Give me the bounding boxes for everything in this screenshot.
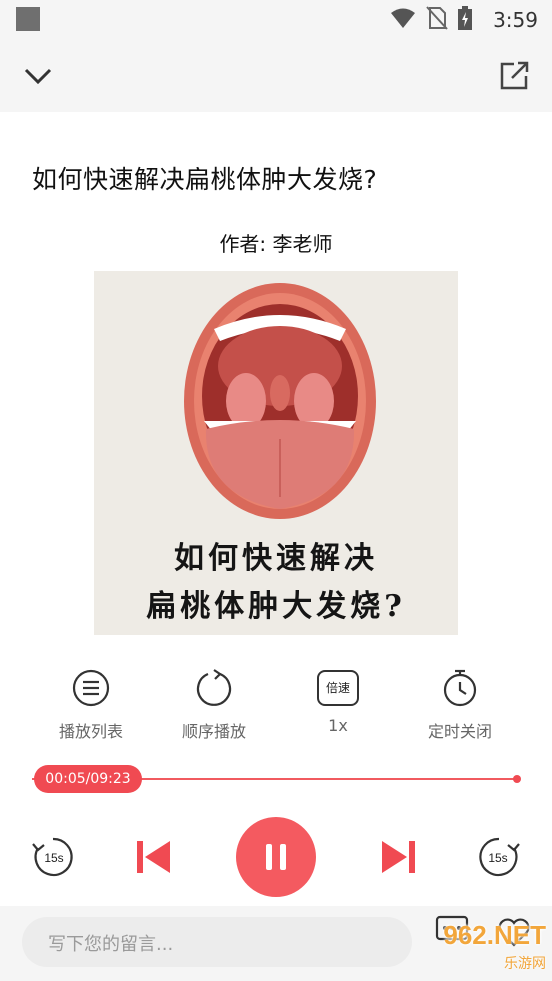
- battery-charging-icon: [458, 6, 472, 30]
- playlist-button[interactable]: 播放列表: [36, 668, 146, 742]
- pause-icon: [266, 844, 286, 870]
- play-order-label: 顺序播放: [181, 722, 246, 741]
- skip-next-icon: [382, 841, 415, 873]
- speed-label: 1x: [328, 716, 348, 735]
- rewind-15-label: 15s: [44, 851, 63, 865]
- timer-icon: [443, 669, 477, 707]
- previous-button[interactable]: [128, 832, 178, 882]
- timer-button[interactable]: 定时关闭: [405, 668, 515, 742]
- status-time: 3:59: [493, 8, 538, 32]
- cover-caption-line1: 如何快速解决: [174, 541, 378, 576]
- forward-15-label: 15s: [488, 851, 507, 865]
- rewind-15-button[interactable]: 15s: [28, 832, 78, 882]
- comment-placeholder: 写下您的留言...: [48, 934, 174, 955]
- timer-label: 定时关闭: [427, 722, 492, 741]
- rewind-15-icon: 15s: [32, 837, 73, 877]
- playlist-icon: [72, 669, 110, 707]
- playlist-label: 播放列表: [58, 722, 123, 741]
- article-title: 如何快速解决扁桃体肿大发烧?: [32, 165, 378, 194]
- speed-icon: 倍速: [317, 670, 359, 706]
- repeat-icon: [196, 669, 232, 706]
- forward-15-icon: 15s: [479, 837, 520, 877]
- share-button[interactable]: [494, 56, 534, 96]
- progress-thumb[interactable]: 00:05/09:23: [34, 765, 142, 793]
- app-bar: [0, 40, 552, 112]
- no-sim-icon: [426, 6, 448, 30]
- speed-icon-text: 倍速: [325, 681, 350, 695]
- comment-input[interactable]: 写下您的留言...: [22, 917, 412, 967]
- collapse-button[interactable]: [18, 58, 58, 94]
- notification-icon: [16, 7, 40, 31]
- progress-end-dot: [513, 775, 521, 783]
- cover-image: 如何快速解决 扁桃体肿大发烧?: [94, 271, 458, 635]
- watermark-brand: 962.NET: [443, 920, 546, 950]
- status-icons: [390, 6, 472, 30]
- article-author: 作者: 李老师: [219, 232, 333, 256]
- cover-caption-line2: 扁桃体肿大发烧?: [146, 589, 406, 624]
- watermark-sub: 乐游网: [504, 956, 546, 972]
- play-order-button[interactable]: 顺序播放: [159, 668, 269, 742]
- share-external-icon: [500, 61, 529, 90]
- pause-button[interactable]: [236, 817, 316, 897]
- skip-previous-icon: [137, 841, 170, 873]
- chevron-down-icon: [24, 68, 52, 85]
- site-watermark: 962.NET 乐游网: [418, 920, 546, 976]
- wifi-icon: [391, 8, 415, 28]
- forward-15-button[interactable]: 15s: [474, 832, 524, 882]
- next-button[interactable]: [374, 832, 424, 882]
- speed-button[interactable]: 倍速 1x: [283, 668, 393, 735]
